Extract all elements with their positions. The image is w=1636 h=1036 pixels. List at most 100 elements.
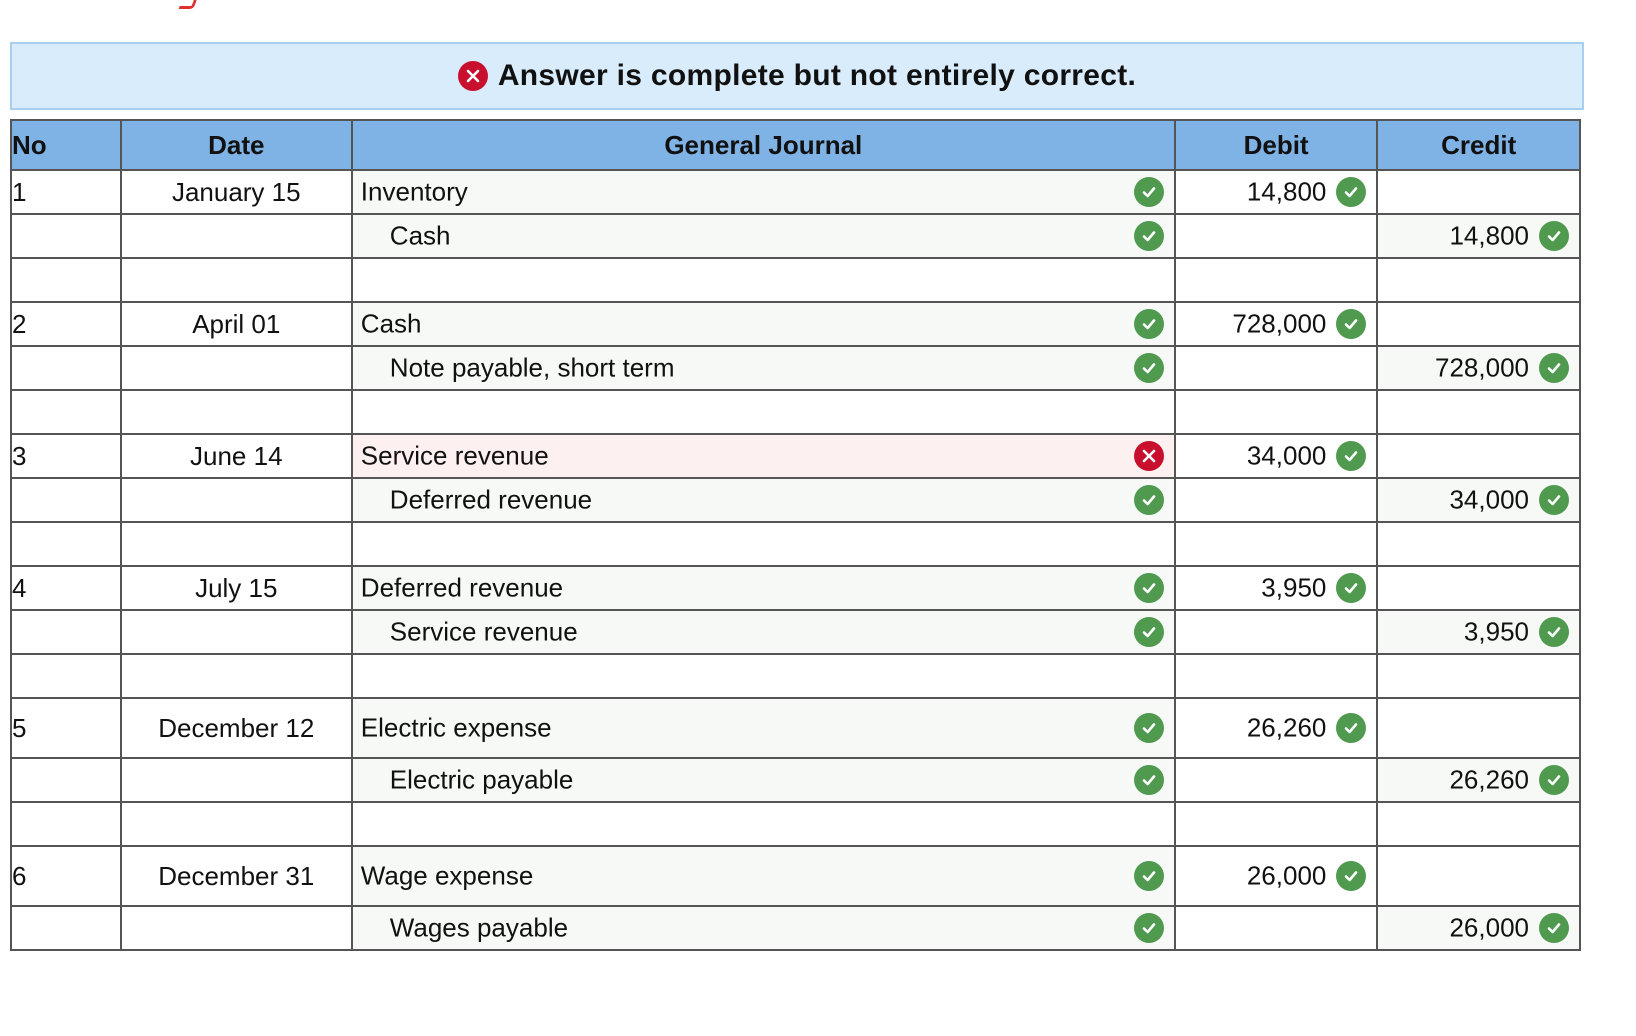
credit-account-name: Note payable, short term — [389, 352, 675, 383]
column-header-date: Date — [119, 119, 353, 171]
journal-entry-debit-row: 4 July 15 Deferred revenue 3,950 — [10, 565, 1581, 611]
debit-account-name: Inventory — [360, 176, 468, 207]
debit-amount-cell-empty — [1173, 905, 1379, 951]
entry-date-cell-empty — [119, 905, 353, 951]
debit-amount: 3,950 — [1261, 572, 1327, 603]
spacer-credit — [1376, 389, 1581, 435]
debit-amount-cell-empty — [1173, 345, 1379, 391]
debit-account-name: Service revenue — [360, 440, 549, 471]
credit-account-cell: Service revenue — [350, 609, 1176, 655]
status-mark — [1336, 309, 1367, 339]
entry-date-cell: July 15 — [119, 565, 353, 611]
check-circle-icon — [1133, 353, 1164, 383]
status-mark — [1133, 573, 1164, 603]
status-mark — [1539, 353, 1569, 383]
feedback-banner: Answer is complete but not entirely corr… — [10, 42, 1584, 110]
spacer-row — [10, 257, 1581, 303]
credit-amount: 26,260 — [1449, 764, 1529, 795]
entry-number-cell-empty — [10, 213, 122, 259]
debit-account-name: Electric expense — [360, 712, 552, 743]
entry-number: 4 — [12, 572, 27, 603]
spacer-debit — [1173, 257, 1379, 303]
check-circle-icon — [1539, 913, 1569, 943]
entry-number-cell: 5 — [10, 697, 122, 759]
entry-date: July 15 — [195, 572, 278, 603]
status-mark — [1336, 713, 1367, 743]
check-circle-icon — [1133, 861, 1164, 891]
credit-amount-cell-empty — [1376, 565, 1581, 611]
status-mark — [1336, 861, 1367, 891]
debit-account-name: Cash — [360, 308, 422, 339]
status-mark — [1133, 177, 1164, 207]
credit-account-name: Cash — [389, 220, 451, 251]
debit-amount: 34,000 — [1246, 440, 1327, 471]
credit-account-cell: Deferred revenue — [350, 477, 1176, 523]
spacer-credit — [1376, 801, 1581, 847]
debit-amount-cell-empty — [1173, 213, 1379, 259]
entry-date: January 15 — [171, 176, 301, 207]
status-mark — [1133, 765, 1164, 795]
check-circle-icon — [1539, 617, 1569, 647]
credit-amount: 26,000 — [1449, 912, 1529, 943]
journal-entry-debit-row: 2 April 01 Cash 728,000 — [10, 301, 1581, 347]
journal-entry-credit-row: Deferred revenue 34,000 — [10, 477, 1581, 523]
status-mark — [1336, 177, 1367, 207]
spacer-row — [10, 653, 1581, 699]
status-mark — [1133, 913, 1164, 943]
credit-amount: 34,000 — [1449, 484, 1529, 515]
credit-amount-cell: 728,000 — [1376, 345, 1581, 391]
check-circle-icon — [1133, 573, 1164, 603]
debit-amount-cell: 26,000 — [1173, 845, 1379, 907]
debit-account-cell: Deferred revenue — [350, 565, 1176, 611]
credit-amount-cell: 26,260 — [1376, 757, 1581, 803]
debit-account-cell: Service revenue — [350, 433, 1176, 479]
spacer-date — [119, 653, 353, 699]
credit-account-name: Electric payable — [389, 764, 574, 795]
spacer-debit — [1173, 521, 1379, 567]
spacer-no — [10, 801, 122, 847]
check-circle-icon — [1133, 765, 1164, 795]
spacer-row — [10, 389, 1581, 435]
column-header-no: No — [10, 119, 122, 171]
status-mark — [1133, 713, 1164, 743]
credit-account-name: Service revenue — [389, 616, 578, 647]
entry-date-cell: April 01 — [119, 301, 353, 347]
check-circle-icon — [1133, 485, 1164, 515]
debit-amount: 14,800 — [1246, 176, 1327, 207]
entry-number-cell: 1 — [10, 169, 122, 215]
journal-entry-credit-row: Electric payable 26,260 — [10, 757, 1581, 803]
check-circle-icon — [1336, 573, 1367, 603]
debit-amount-cell: 26,260 — [1173, 697, 1379, 759]
entry-date-cell: January 15 — [119, 169, 353, 215]
credit-amount-cell-empty — [1376, 697, 1581, 759]
entry-date-cell-empty — [119, 345, 353, 391]
spacer-no — [10, 653, 122, 699]
spacer-date — [119, 389, 353, 435]
check-circle-icon — [1539, 221, 1569, 251]
status-mark — [1133, 485, 1164, 515]
debit-amount: 26,000 — [1246, 860, 1327, 891]
status-mark — [1539, 485, 1569, 515]
debit-amount: 728,000 — [1232, 308, 1327, 339]
journal-entry-credit-row: Note payable, short term 728,000 — [10, 345, 1581, 391]
entry-number: 2 — [12, 308, 27, 339]
check-circle-icon — [1539, 765, 1569, 795]
spacer-journal — [350, 801, 1176, 847]
general-journal-table: No Date General Journal Debit Credit 1 Ja… — [10, 119, 1581, 951]
entry-date: April 01 — [192, 308, 281, 339]
spacer-credit — [1376, 653, 1581, 699]
spacer-credit — [1376, 257, 1581, 303]
entry-number-cell: 4 — [10, 565, 122, 611]
entry-date-cell-empty — [119, 609, 353, 655]
entry-number: 1 — [12, 176, 27, 207]
credit-amount-cell: 26,000 — [1376, 905, 1581, 951]
check-circle-icon — [1336, 713, 1367, 743]
credit-account-cell: Wages payable — [350, 905, 1176, 951]
check-circle-icon — [1133, 617, 1164, 647]
spacer-journal — [350, 257, 1176, 303]
credit-amount-cell: 34,000 — [1376, 477, 1581, 523]
credit-amount-cell-empty — [1376, 845, 1581, 907]
entry-number-cell-empty — [10, 609, 122, 655]
column-header-credit: Credit — [1376, 119, 1581, 171]
check-circle-icon — [1336, 861, 1367, 891]
